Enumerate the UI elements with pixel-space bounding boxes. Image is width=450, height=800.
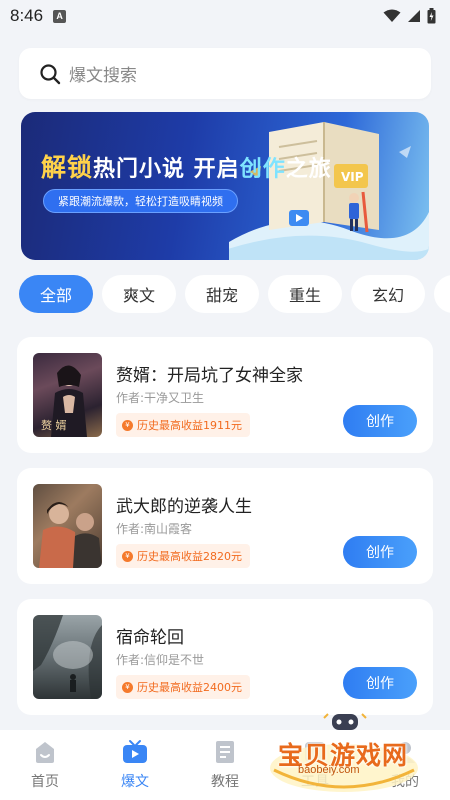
earnings-text: 历史最高收益2400元: [137, 681, 242, 694]
tab-all[interactable]: 全部: [19, 275, 93, 313]
a-icon: A: [53, 9, 67, 23]
book-card[interactable]: 武大郎的逆袭人生 作者:南山霞客 ¥ 历史最高收益2820元 创作: [17, 468, 433, 584]
earnings-badge: ¥ 历史最高收益2820元: [116, 544, 250, 568]
status-time: 8:46: [10, 6, 44, 25]
category-tabs: 全部 爽文 甜宠 重生 玄幻: [19, 275, 450, 313]
tool-icon: [305, 742, 325, 762]
book-cover: [33, 615, 102, 699]
nav-label: 爆文: [121, 774, 149, 790]
earnings-badge: ¥ 历史最高收益1911元: [116, 413, 250, 437]
earnings-text: 历史最高收益2820元: [137, 550, 242, 563]
book-cover: 赘 婿: [33, 353, 102, 437]
earnings-text: 历史最高收益1911元: [137, 419, 242, 432]
status-bar: 8:46 A: [0, 0, 450, 32]
bottom-nav: 首页 爆文 教程 工具 我的: [0, 730, 450, 800]
coin-icon: ¥: [122, 681, 133, 693]
tv-play-icon: [123, 740, 147, 763]
banner-title: 解锁热门小说 开启创作之旅: [41, 153, 332, 182]
tab-shuangwen[interactable]: 爽文: [102, 275, 176, 313]
home-icon: [36, 742, 54, 763]
coin-icon: ¥: [122, 419, 133, 431]
search-icon: [40, 63, 61, 84]
book-title: 赘婿：开局坑了女神全家: [116, 366, 303, 386]
book-title: 武大郎的逆袭人生: [116, 497, 252, 517]
nav-label: 我的: [391, 774, 419, 790]
coin-icon: ¥: [122, 550, 133, 562]
book-author: 作者:信仰是不世: [116, 653, 205, 667]
profile-icon: [395, 742, 415, 763]
nav-tools[interactable]: 工具: [270, 730, 360, 800]
svg-text:赘 婿: 赘 婿: [41, 418, 67, 432]
create-button[interactable]: 创作: [343, 667, 417, 699]
nav-profile[interactable]: 我的: [360, 730, 450, 800]
nav-label: 工具: [301, 774, 329, 790]
nav-label: 教程: [211, 774, 239, 790]
book-cover: [33, 484, 102, 568]
tab-tianchong[interactable]: 甜宠: [185, 275, 259, 313]
tab-xuanhuan[interactable]: 玄幻: [351, 275, 425, 313]
book-icon: [216, 741, 234, 763]
book-author: 作者:南山霞客: [116, 522, 193, 536]
nav-label: 首页: [31, 774, 59, 790]
nav-baowen[interactable]: 爆文: [90, 730, 180, 800]
book-title: 宿命轮回: [116, 628, 184, 648]
search-placeholder: 爆文搜索: [69, 66, 137, 86]
open-book-illustration: VIP: [229, 122, 429, 260]
tab-chongsheng[interactable]: 重生: [268, 275, 342, 313]
vip-label: VIP: [341, 170, 364, 184]
book-author: 作者:干净又卫生: [116, 391, 205, 405]
nav-tutorial[interactable]: 教程: [180, 730, 270, 800]
banner-subtitle: 紧跟潮流爆款，轻松打造吸睛视频: [43, 189, 238, 213]
earnings-badge: ¥ 历史最高收益2400元: [116, 675, 250, 699]
tab-more-partial[interactable]: [434, 275, 450, 313]
wifi-icon: [383, 9, 401, 22]
search-input[interactable]: 爆文搜索: [19, 48, 431, 99]
book-card[interactable]: 宿命轮回 作者:信仰是不世 ¥ 历史最高收益2400元 创作: [17, 599, 433, 715]
nav-home[interactable]: 首页: [0, 730, 90, 800]
battery-icon: [427, 8, 436, 24]
create-button[interactable]: 创作: [343, 405, 417, 437]
create-button[interactable]: 创作: [343, 536, 417, 568]
book-card[interactable]: 赘 婿 赘婿：开局坑了女神全家 作者:干净又卫生 ¥ 历史最高收益1911元 创…: [17, 337, 433, 453]
promo-banner[interactable]: VIP 解锁热门小说 开启创作之旅 紧跟潮流爆款，轻松打造吸睛视频: [21, 112, 429, 260]
signal-icon: [408, 10, 420, 22]
